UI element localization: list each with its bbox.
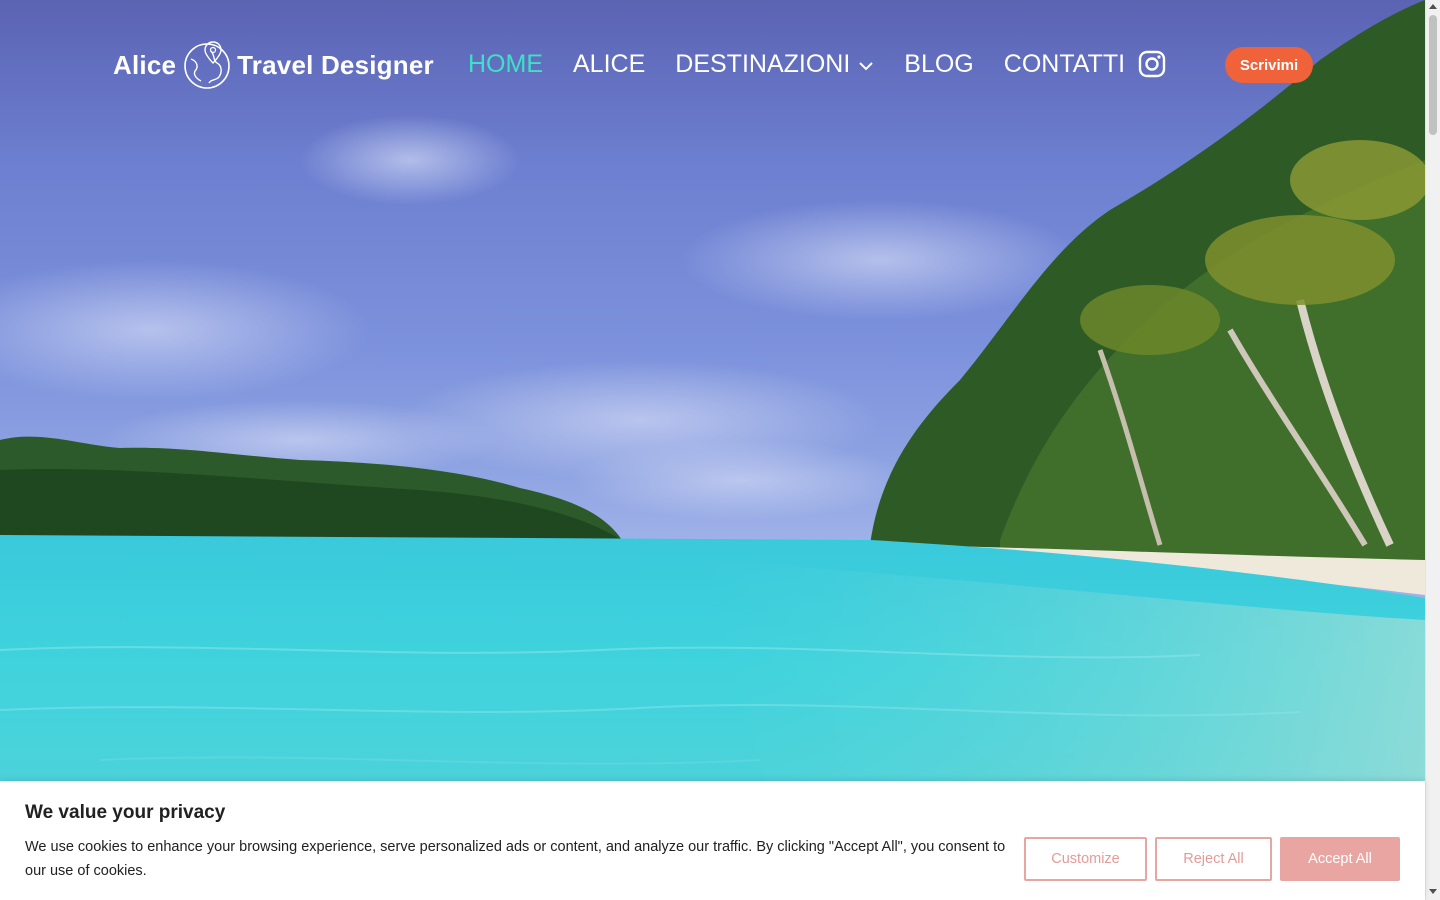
accept-all-button[interactable]: Accept All xyxy=(1280,837,1400,881)
scroll-down-arrow-icon[interactable] xyxy=(1429,889,1437,894)
scrivimi-button[interactable]: Scrivimi xyxy=(1225,47,1313,83)
nav-item-alice[interactable]: ALICE xyxy=(573,48,645,80)
cookie-banner-text: We use cookies to enhance your browsing … xyxy=(25,839,1006,879)
scroll-up-arrow-icon[interactable] xyxy=(1429,4,1437,9)
hero-image xyxy=(0,0,1425,900)
instagram-icon[interactable] xyxy=(1138,50,1166,78)
site-logo[interactable]: Alice Travel Designer xyxy=(113,38,434,92)
chevron-down-icon xyxy=(859,62,873,71)
nav-item-blog[interactable]: BLOG xyxy=(904,48,973,80)
cookie-banner-title: We value your privacy xyxy=(25,802,226,823)
nav-item-home[interactable]: HOME xyxy=(468,48,543,80)
reject-all-button[interactable]: Reject All xyxy=(1155,837,1272,881)
nav-item-destinazioni-label: DESTINAZIONI xyxy=(675,50,851,78)
main-nav: HOME ALICE DESTINAZIONI BLOG CONTATTI xyxy=(468,48,1155,80)
cookie-consent-banner: We value your privacy We use cookies to … xyxy=(0,781,1425,900)
logo-text-travel-designer: Travel Designer xyxy=(237,49,434,80)
customize-button[interactable]: Customize xyxy=(1024,837,1147,881)
scrollbar-thumb[interactable] xyxy=(1429,15,1437,135)
nav-item-contatti[interactable]: CONTATTI xyxy=(1004,48,1125,80)
tropical-beach-scene xyxy=(0,0,1425,900)
nav-item-destinazioni[interactable]: DESTINAZIONI xyxy=(675,48,874,80)
globe-icon xyxy=(184,41,230,89)
logo-text-alice: Alice xyxy=(113,49,177,80)
page-scrollbar[interactable] xyxy=(1425,0,1440,900)
site-header: Alice Travel Designer HOME ALICE DESTINA… xyxy=(0,0,1425,130)
